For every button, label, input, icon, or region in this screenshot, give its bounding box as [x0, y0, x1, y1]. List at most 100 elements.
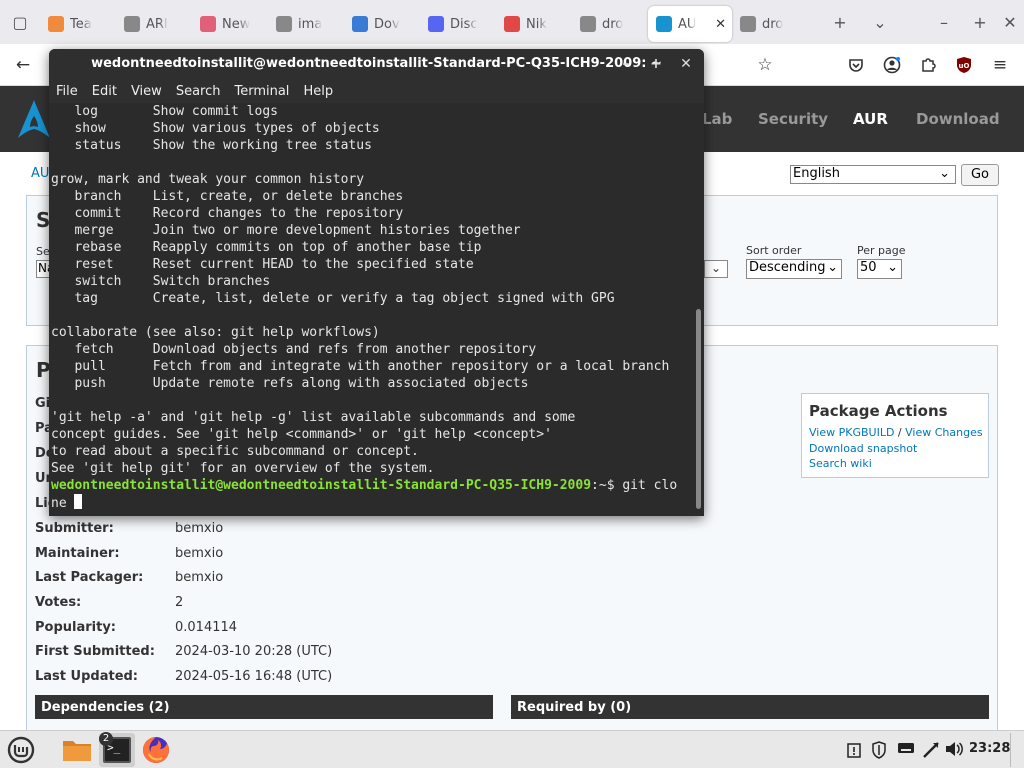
language-value: English — [793, 166, 840, 181]
clock[interactable]: 23:28 — [969, 741, 1010, 756]
prompt-user: wedontneedtoinstallit@wedontneedtoinstal… — [51, 478, 592, 493]
minimize-window-icon[interactable]: – — [926, 0, 962, 44]
link-separator: / — [897, 426, 902, 439]
show-desktop-button[interactable] — [1010, 733, 1022, 767]
sort-order-value: Descending — [749, 260, 826, 275]
firefox-icon[interactable] — [140, 734, 172, 766]
breadcrumb[interactable]: AU — [31, 166, 49, 181]
files-folder-icon[interactable] — [62, 736, 92, 764]
chevron-down-icon: ⌄ — [887, 260, 898, 275]
per-page-value: 50 — [860, 260, 877, 275]
network-icon[interactable] — [922, 741, 940, 763]
menu-edit[interactable]: Edit — [85, 84, 124, 99]
nav-security[interactable]: Security — [758, 110, 828, 128]
terminal-line: concept guides. See 'git help <command>'… — [51, 427, 552, 442]
mint-menu-icon[interactable] — [5, 734, 37, 766]
terminal-taskbar-button[interactable]: >_ 2 — [99, 732, 135, 767]
sort-by-select[interactable]: ⌄ — [704, 260, 728, 278]
nav-gitlab[interactable]: Lab — [702, 110, 732, 128]
detail-value-maintainer[interactable]: bemxio — [175, 546, 223, 561]
terminal-line: log Show commit logs — [51, 104, 278, 119]
tab-label: dro — [762, 16, 784, 32]
prompt-continuation-text: ne — [51, 496, 75, 511]
nav-download[interactable]: Download — [916, 110, 1000, 128]
detail-value-submitter[interactable]: bemxio — [175, 521, 223, 536]
tab-label: Disc — [450, 16, 478, 32]
menu-help[interactable]: Help — [296, 84, 340, 99]
hamburger-menu-icon[interactable]: ≡ — [988, 53, 1012, 77]
terminal-window[interactable]: wedontneedtoinstallit@wedontneedtoinstal… — [49, 49, 704, 516]
bookmark-star-icon[interactable]: ☆ — [753, 53, 777, 77]
extensions-puzzle-icon[interactable] — [916, 53, 940, 77]
detail-value-votes: 2 — [175, 595, 184, 610]
terminal-minimize-icon[interactable]: – — [612, 49, 640, 79]
detail-value-last-packager[interactable]: bemxio — [175, 570, 223, 585]
menu-terminal[interactable]: Terminal — [227, 84, 296, 99]
detail-label-maintainer: Maintainer: — [35, 546, 120, 561]
download-snapshot-link[interactable]: Download snapshot — [809, 442, 917, 455]
update-manager-icon[interactable] — [846, 741, 862, 763]
tab-label: AU — [678, 16, 697, 32]
terminal-title: wedontneedtoinstallit@wedontneedtoinstal… — [91, 56, 662, 71]
browser-tab[interactable]: Dov — [344, 6, 420, 42]
tab-label: New — [222, 16, 251, 32]
terminal-line: to read about a specific subcommand or c… — [51, 444, 419, 459]
terminal-line: commit Record changes to the repository — [51, 206, 404, 221]
browser-tab[interactable]: ARI — [116, 6, 192, 42]
tab-favicon-icon — [124, 16, 140, 32]
tab-close-icon[interactable]: ✕ — [715, 17, 726, 32]
menu-view[interactable]: View — [124, 84, 169, 99]
shield-icon[interactable] — [871, 741, 887, 763]
browser-tab[interactable]: Disc — [420, 6, 496, 42]
menu-file[interactable]: File — [49, 84, 85, 99]
per-page-select[interactable]: 50 ⌄ — [857, 259, 902, 279]
menu-search[interactable]: Search — [169, 84, 228, 99]
terminal-scrollbar[interactable] — [696, 309, 701, 509]
terminal-maximize-icon[interactable]: + — [642, 49, 670, 79]
terminal-titlebar[interactable]: wedontneedtoinstallit@wedontneedtoinstal… — [49, 49, 704, 79]
browser-tab[interactable]: Tea — [40, 6, 116, 42]
view-pkgbuild-link[interactable]: View PKGBUILD — [809, 426, 894, 439]
browser-tab[interactable]: AU ✕ — [648, 6, 732, 42]
package-actions-panel: Package Actions View PKGBUILD / View Cha… — [801, 393, 989, 478]
browser-tab[interactable]: New — [192, 6, 268, 42]
tab-favicon-icon — [580, 16, 596, 32]
ublock-shield-icon[interactable]: uO — [952, 53, 976, 77]
account-icon[interactable] — [880, 53, 904, 77]
back-arrow-icon[interactable]: ← — [11, 53, 35, 77]
language-select[interactable]: English ⌄ — [790, 165, 956, 184]
go-button[interactable]: Go — [961, 164, 999, 186]
tab-list-chevron-icon[interactable]: ⌄ — [862, 0, 898, 44]
close-window-icon[interactable]: ✕ — [992, 0, 1024, 44]
browser-tab[interactable]: ima — [268, 6, 344, 42]
sort-order-select[interactable]: Descending ⌄ — [746, 259, 842, 279]
terminal-line: show Show various types of objects — [51, 121, 380, 136]
terminal-line: merge Join two or more development histo… — [51, 223, 521, 238]
text-cursor — [74, 494, 83, 509]
volume-icon[interactable] — [944, 741, 964, 761]
pocket-icon[interactable] — [844, 53, 868, 77]
nav-aur[interactable]: AUR — [853, 110, 888, 128]
keyboard-icon[interactable] — [897, 741, 915, 759]
tab-label: ARI — [146, 16, 168, 32]
search-wiki-link[interactable]: Search wiki — [809, 457, 872, 470]
tab-favicon-icon — [352, 16, 368, 32]
tab-label: dro — [602, 16, 624, 32]
chevron-down-icon: ⌄ — [939, 166, 950, 181]
terminal-output[interactable]: log Show commit logs show Show various t… — [49, 103, 697, 516]
browser-tab[interactable]: Nik — [496, 6, 572, 42]
new-tab-icon[interactable]: + — [822, 0, 858, 44]
view-changes-link[interactable]: View Changes — [905, 426, 982, 439]
package-actions-title: Package Actions — [809, 402, 948, 420]
terminal-close-icon[interactable]: ✕ — [672, 49, 700, 79]
tab-overview-icon[interactable]: ▢ — [0, 0, 40, 44]
browser-tab[interactable]: dro — [732, 6, 808, 42]
terminal-line: rebase Reapply commits on top of another… — [51, 240, 482, 255]
browser-tab[interactable]: dro — [572, 6, 648, 42]
arch-logo-icon[interactable] — [14, 98, 54, 140]
terminal-menubar: File Edit View Search Terminal Help — [49, 79, 704, 103]
terminal-line: tag Create, list, delete or verify a tag… — [51, 291, 615, 306]
